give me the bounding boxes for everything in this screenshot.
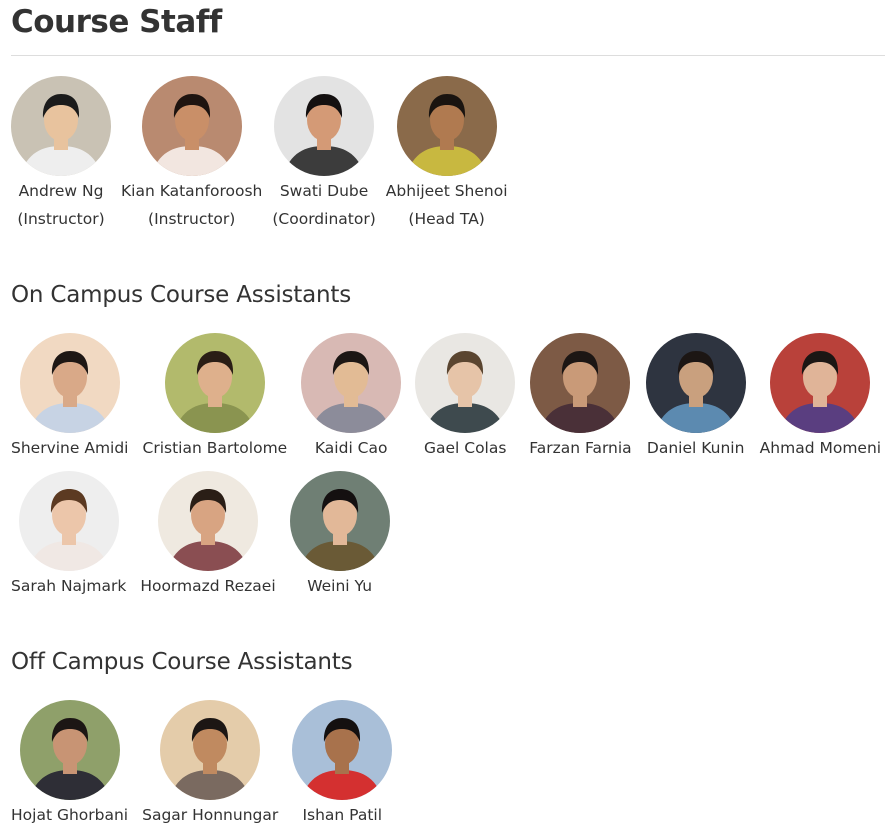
avatar	[141, 76, 242, 176]
staff-card-sagar-honnungar[interactable]: Sagar Honnungar	[142, 700, 278, 829]
staff-card-weini-yu[interactable]: Weini Yu	[289, 471, 390, 600]
avatar	[530, 333, 631, 433]
staff-name: Abhijeet Shenoi	[385, 182, 508, 200]
avatar	[301, 333, 402, 433]
staff-card-sarah-najmark[interactable]: Sarah Najmark	[11, 471, 126, 600]
off-campus-section-title: Off Campus Course Assistants	[11, 649, 353, 675]
staff-name: Shervine Amidi	[11, 439, 129, 457]
avatar	[396, 76, 497, 176]
staff-name: Cristian Bartolome	[142, 439, 288, 457]
staff-card-kian-katanforoosh[interactable]: Kian Katanforoosh (Instructor)	[121, 76, 262, 233]
staff-name: Kian Katanforoosh	[121, 182, 263, 200]
course-staff-list: Andrew Ng (Instructor) Kian Katanforoosh (I…	[11, 76, 518, 233]
on-campus-list-row-1: Shervine Amidi Cristian Bartolome Kaidi Ca…	[11, 333, 885, 462]
avatar	[274, 76, 375, 176]
staff-card-farzan-farnia[interactable]: Farzan Farnia	[529, 333, 632, 462]
staff-name: Daniel Kunin	[646, 439, 745, 457]
staff-card-swati-dube[interactable]: Swati Dube (Coordinator)	[272, 76, 376, 233]
staff-card-ishan-patil[interactable]: Ishan Patil	[292, 700, 393, 829]
avatar	[770, 333, 871, 433]
staff-card-hojat-ghorbani[interactable]: Hojat Ghorbani	[11, 700, 128, 829]
on-campus-section-title: On Campus Course Assistants	[11, 282, 351, 308]
on-campus-list-row-2: Sarah Najmark Hoormazd Rezaei Weini Yu	[11, 471, 404, 600]
title-divider	[11, 55, 885, 56]
staff-name: Andrew Ng	[18, 182, 104, 200]
off-campus-list-row-1: Hojat Ghorbani Sagar Honnungar Ishan Patil	[11, 700, 406, 829]
staff-name: Sagar Honnungar	[142, 806, 279, 824]
staff-card-cristian-bartolome[interactable]: Cristian Bartolome	[142, 333, 288, 462]
staff-card-abhijeet-shenoi[interactable]: Abhijeet Shenoi (Head TA)	[386, 76, 508, 233]
staff-name: Farzan Farnia	[529, 439, 632, 457]
staff-name: Gael Colas	[423, 439, 507, 457]
staff-role: (Instructor)	[148, 210, 236, 228]
staff-role: (Coordinator)	[272, 210, 376, 228]
staff-card-daniel-kunin[interactable]: Daniel Kunin	[645, 333, 746, 462]
staff-card-andrew-ng[interactable]: Andrew Ng (Instructor)	[11, 76, 111, 233]
avatar	[292, 700, 393, 800]
staff-name: Weini Yu	[307, 577, 373, 595]
avatar	[157, 471, 258, 571]
avatar	[11, 76, 111, 176]
staff-name: Ishan Patil	[302, 806, 383, 824]
staff-name: Sarah Najmark	[11, 577, 127, 595]
avatar	[19, 333, 120, 433]
avatar	[645, 333, 746, 433]
staff-name: Hoormazd Rezaei	[140, 577, 276, 595]
staff-name: Hojat Ghorbani	[11, 806, 129, 824]
page-title: Course Staff	[11, 4, 222, 40]
avatar	[164, 333, 265, 433]
staff-card-kaidi-cao[interactable]: Kaidi Cao	[301, 333, 402, 462]
staff-card-ahmad-momeni[interactable]: Ahmad Momeni	[760, 333, 881, 462]
avatar	[18, 471, 119, 571]
staff-name: Swati Dube	[279, 182, 369, 200]
staff-role: (Instructor)	[17, 210, 105, 228]
avatar	[160, 700, 261, 800]
avatar	[289, 471, 390, 571]
staff-card-gael-colas[interactable]: Gael Colas	[415, 333, 516, 462]
staff-card-shervine-amidi[interactable]: Shervine Amidi	[11, 333, 129, 462]
avatar	[415, 333, 516, 433]
staff-name: Ahmad Momeni	[759, 439, 882, 457]
staff-role: (Head TA)	[408, 210, 485, 228]
avatar	[19, 700, 120, 800]
staff-name: Kaidi Cao	[314, 439, 388, 457]
staff-card-hoormazd-rezaei[interactable]: Hoormazd Rezaei	[140, 471, 276, 600]
